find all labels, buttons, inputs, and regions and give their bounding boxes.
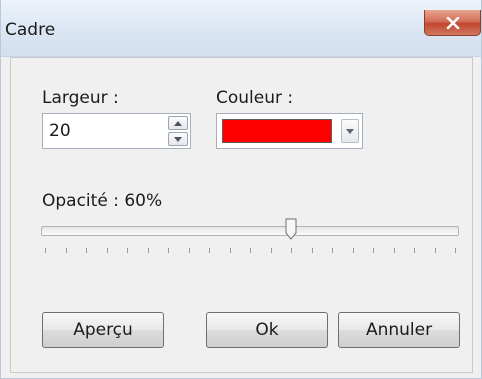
slider-tick: [352, 248, 354, 253]
spin-up-button[interactable]: [168, 116, 188, 130]
preview-button[interactable]: Aperçu: [42, 312, 164, 348]
slider-tick: [86, 248, 87, 253]
slider-tick: [106, 248, 108, 253]
cadre-dialog: Cadre Largeur : 20 Couleur : Opacité : 6…: [0, 0, 482, 379]
slider-tick: [45, 248, 46, 253]
slider-tick: [168, 248, 169, 253]
slider-tick: [188, 248, 190, 253]
slider-tick: [414, 248, 415, 253]
slider-tick: [393, 248, 395, 253]
arrow-up-icon: [174, 120, 182, 126]
slider-tick: [127, 248, 128, 253]
slider-tick: [291, 248, 292, 253]
slider-tick: [270, 248, 272, 253]
width-stepper[interactable]: 20: [42, 113, 191, 149]
opacity-slider-thumb[interactable]: [285, 218, 297, 240]
width-label: Largeur :: [42, 88, 119, 108]
opacity-slider-ticks: [41, 248, 459, 256]
slider-tick: [455, 248, 456, 253]
close-button[interactable]: [424, 10, 481, 36]
opacity-label: Opacité : 60%: [42, 191, 163, 211]
cancel-button[interactable]: Annuler: [338, 312, 460, 348]
slider-tick: [209, 248, 210, 253]
color-dropdown-button[interactable]: [341, 119, 359, 143]
slider-tick: [229, 248, 231, 253]
color-label: Couleur :: [216, 88, 294, 108]
slider-tick: [332, 248, 333, 253]
close-icon: [446, 16, 459, 29]
slider-tick: [65, 248, 67, 253]
ok-button[interactable]: Ok: [206, 312, 328, 348]
slider-tick: [434, 248, 436, 253]
chevron-down-icon: [346, 128, 354, 134]
window-title: Cadre: [5, 20, 56, 40]
color-swatch: [222, 119, 332, 143]
slider-tick: [311, 248, 313, 253]
slider-tick: [373, 248, 374, 253]
color-dropdown[interactable]: [216, 113, 363, 149]
slider-tick: [147, 248, 149, 253]
spin-down-button[interactable]: [168, 132, 188, 146]
arrow-down-icon: [174, 136, 182, 142]
slider-tick: [250, 248, 251, 253]
width-input[interactable]: 20: [49, 121, 71, 141]
opacity-slider-track[interactable]: [41, 226, 459, 236]
title-bar[interactable]: Cadre: [1, 0, 481, 57]
